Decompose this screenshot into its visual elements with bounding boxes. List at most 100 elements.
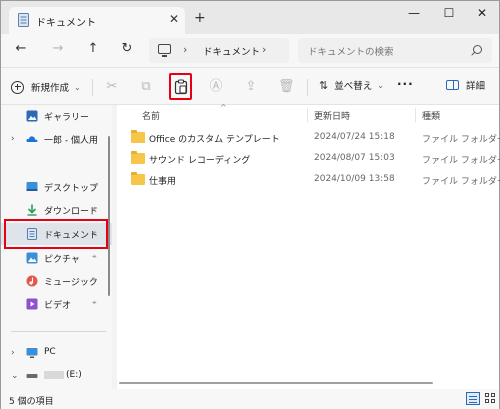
gallery-icon [26,110,38,122]
desktop-icon [26,182,38,191]
close-window-button[interactable]: ✕ [467,6,497,26]
sidebar-item-label: ピクチャ [44,255,80,265]
sidebar-item-onedrive[interactable]: › 一郎 - 個人用 [1,128,112,150]
chevron-right-icon[interactable]: › [11,348,15,358]
back-button[interactable]: ← [11,41,31,59]
cut-icon[interactable]: ✂ [104,79,120,95]
sidebar-item-label: ビデオ [44,301,72,311]
sort-ascending-icon: ^ [220,103,227,112]
music-icon [26,275,38,287]
sort-label: 並べ替え [334,81,373,92]
chevron-down-icon[interactable]: ⌄ [11,371,19,381]
more-options-button[interactable]: ··· [397,77,414,91]
divider [307,79,308,96]
column-header-type[interactable]: 種類 [422,109,440,122]
details-label: 詳細 [466,81,486,92]
pin-icon[interactable]: ⌖ [92,298,97,308]
status-bar: 5 個の項目 [1,389,499,409]
folder-icon [131,130,145,143]
file-name: サウンド レコーディング [149,156,251,166]
file-modified: 2024/10/09 13:58 [314,174,395,184]
sidebar-item-desktop[interactable]: デスクトップ ⌖ [1,176,112,198]
file-modified: 2024/08/07 15:03 [314,153,395,163]
new-tab-button[interactable]: + [194,10,206,26]
column-header-modified[interactable]: 更新日時 [314,109,350,122]
sidebar-divider [11,331,106,332]
command-bar: 新規作成 ⌄ ✂ ⧉ Ⓐ ⇪ 🗑 ⇅ 並べ替え ⌄ ··· 詳細 [1,67,499,105]
breadcrumb-documents[interactable]: ドキュメント [203,44,260,58]
list-line [469,399,477,400]
drive-icon [26,374,38,378]
sidebar-item-label: ダウンロード [44,207,99,217]
chevron-right-icon[interactable]: › [11,134,15,144]
table-row[interactable]: 仕事用 2024/10/09 13:58 ファイル フォルダー [117,170,500,191]
refresh-button[interactable]: ↻ [117,41,137,59]
search-input[interactable]: ドキュメントの検索 [298,38,492,63]
sidebar-item-drive-e[interactable]: ⌄ (E:) [1,365,112,387]
pictures-icon [26,252,38,264]
delete-icon[interactable]: 🗑 [278,79,295,95]
address-bar[interactable]: › ドキュメント › [149,38,289,63]
sidebar-item-music[interactable]: ミュージック ⌖ [1,270,112,292]
monitor-icon [158,44,171,57]
search-placeholder: ドキュメントの検索 [308,47,394,58]
details-pane-button[interactable]: 詳細 [446,78,485,92]
sidebar-item-label: デスクトップ [44,184,99,194]
search-icon [473,45,482,54]
pc-icon [26,348,38,358]
sidebar-scrollbar[interactable] [108,136,110,296]
up-button[interactable]: ↑ [83,41,103,59]
table-row[interactable]: Office のカスタム テンプレート 2024/07/24 15:18 ファイ… [117,128,500,149]
document-icon [18,13,29,27]
tiles-view-button[interactable] [484,392,498,405]
sidebar-item-pictures[interactable]: ピクチャ ⌖ [1,247,112,269]
column-divider[interactable] [307,108,308,122]
minimize-button[interactable]: — [399,6,429,26]
maximize-button[interactable]: ☐ [434,6,464,26]
redacted-drive-name [44,370,64,379]
list-line [469,396,477,397]
tab-documents[interactable]: ドキュメント ✕ [9,7,185,34]
breadcrumb-chevron-icon[interactable]: › [183,43,187,56]
breadcrumb-chevron-icon[interactable]: › [262,43,266,56]
sidebar-item-gallery[interactable]: ギャラリー [1,105,112,127]
tab-close-icon[interactable]: ✕ [169,12,179,26]
file-name: Office のカスタム テンプレート [149,135,280,145]
download-icon [27,204,37,216]
pin-icon[interactable]: ⌖ [92,275,97,285]
pin-icon[interactable]: ⌖ [92,204,97,214]
column-header-name[interactable]: 名前 [142,109,160,122]
horizontal-scrollbar[interactable] [119,382,433,384]
sidebar-item-label: PC [44,347,56,357]
details-pane-icon [446,80,459,90]
new-button-label: 新規作成 [31,83,70,94]
file-modified: 2024/07/24 15:18 [314,132,395,142]
divider [92,79,93,96]
file-type: ファイル フォルダー [422,156,500,166]
copy-icon[interactable]: ⧉ [138,79,154,95]
pin-icon[interactable]: ⌖ [92,252,97,262]
cloud-icon [26,136,38,142]
paste-highlight-frame [169,73,192,100]
sidebar-item-label: (E:) [66,370,82,380]
new-button[interactable]: 新規作成 ⌄ [11,78,81,96]
sidebar-item-pc[interactable]: › PC [1,342,112,364]
share-icon[interactable]: ⇪ [243,79,259,95]
list-line [469,402,477,403]
sidebar-item-videos[interactable]: ビデオ ⌖ [1,293,112,315]
table-row[interactable]: サウンド レコーディング 2024/08/07 15:03 ファイル フォルダー [117,149,500,170]
rename-icon[interactable]: Ⓐ [208,79,224,95]
chevron-down-icon: ⌄ [74,82,81,92]
pin-icon[interactable]: ⌖ [92,181,97,191]
sort-button[interactable]: ⇅ 並べ替え ⌄ [319,78,384,93]
tile-square [491,399,495,403]
column-divider[interactable] [415,108,416,122]
details-view-button[interactable] [466,392,480,405]
video-icon [26,298,38,310]
sidebar-item-downloads[interactable]: ダウンロード ⌖ [1,199,112,221]
plus-circle-icon [11,80,24,94]
forward-button[interactable]: → [48,41,68,59]
sidebar-item-label: ミュージック [44,278,98,288]
title-bar: ドキュメント ✕ + — ☐ ✕ [1,1,499,34]
tab-label: ドキュメント [36,18,96,29]
